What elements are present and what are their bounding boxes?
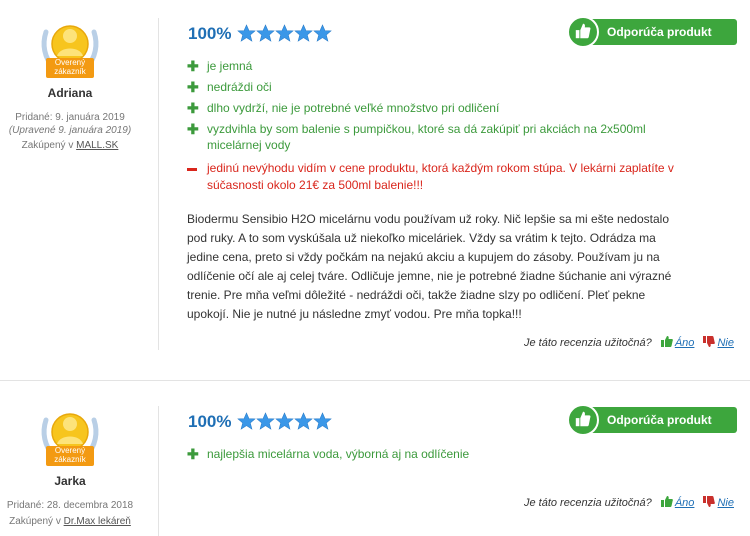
- star-icon: [313, 412, 332, 431]
- helpful-no-link[interactable]: Nie: [717, 497, 734, 509]
- pros-list: ✚ najlepšia micelárna voda, výborná aj na…: [187, 446, 687, 467]
- pro-item: ✚ vyzdvihla by som balenie s pumpičkou, k…: [187, 121, 646, 152]
- helpful-yes-link[interactable]: Áno: [675, 497, 695, 509]
- star-icon: [237, 412, 256, 431]
- column-divider: [158, 18, 159, 350]
- thumbs-up-icon[interactable]: [661, 496, 673, 507]
- purchase-info: Zakúpený v Dr.Max lekáreň: [0, 516, 140, 527]
- cons-list: jedinú nevýhodu vidím v cene produktu, k…: [187, 160, 707, 194]
- star-icon: [275, 412, 294, 431]
- review-date-edited: (Upravené 9. januára 2019): [8, 125, 132, 136]
- helpful-prompt: Je táto recenzia užitočná? Áno Nie: [524, 496, 734, 509]
- plus-icon: ✚: [187, 446, 199, 462]
- thumbs-up-icon: [574, 410, 592, 428]
- con-item: jedinú nevýhodu vidím v cene produktu, k…: [187, 160, 707, 194]
- badge-label-line2: zákazník: [54, 455, 86, 464]
- plus-icon: ✚: [187, 79, 199, 95]
- review-card: Overený zákazník Adriana Pridané: 9. jan…: [0, 0, 750, 380]
- star-icon: [256, 24, 275, 43]
- star-icon: [256, 412, 275, 431]
- pro-item: ✚ je jemná: [187, 58, 253, 74]
- recommends-product-badge: Odporúča produkt: [567, 16, 737, 48]
- star-icon: [294, 24, 313, 43]
- thumbs-down-icon[interactable]: [703, 336, 715, 347]
- purchase-info: Zakúpený v MALL.SK: [0, 140, 140, 151]
- helpful-prompt: Je táto recenzia užitočná? Áno Nie: [524, 336, 734, 349]
- thumbs-up-circle: [567, 16, 599, 48]
- pro-item: ✚ najlepšia micelárna voda, výborná aj na…: [187, 446, 470, 462]
- review-date-added: Pridané: 9. januára 2019: [15, 112, 125, 123]
- review-date-added: Pridané: 28. decembra 2018: [6, 500, 134, 511]
- review-text: Biodermu Sensibio H2O micelárnu vodu pou…: [187, 212, 672, 321]
- pro-item: ✚ dlho vydrží, nie je potrebné veľké množ…: [187, 100, 500, 116]
- reviewer-name: Adriana: [47, 86, 93, 100]
- reviewer-name: Jarka: [54, 474, 86, 488]
- helpful-no-link[interactable]: Nie: [717, 337, 734, 349]
- star-icon: [275, 24, 294, 43]
- helpful-yes-link[interactable]: Áno: [675, 337, 695, 349]
- badge-label-line1: Overený: [54, 58, 86, 67]
- rating-percent: 100%: [188, 24, 232, 43]
- rating-stars: [237, 412, 332, 436]
- recommends-product-badge: Odporúča produkt: [567, 404, 737, 436]
- thumbs-up-icon[interactable]: [661, 336, 673, 347]
- store-link[interactable]: MALL.SK: [76, 140, 118, 151]
- store-link[interactable]: Dr.Max lekáreň: [64, 516, 131, 527]
- plus-icon: ✚: [187, 121, 199, 137]
- rating-percent: 100%: [188, 412, 232, 431]
- plus-icon: ✚: [187, 100, 199, 116]
- thumbs-down-icon[interactable]: [703, 496, 715, 507]
- column-divider: [158, 406, 159, 536]
- review-separator: [0, 380, 750, 381]
- star-icon: [294, 412, 313, 431]
- badge-label-line1: Overený: [54, 446, 86, 455]
- plus-icon: ✚: [187, 58, 199, 74]
- helpful-question: Je táto recenzia užitočná?: [523, 497, 652, 509]
- rating-stars: [237, 24, 332, 48]
- star-icon: [313, 24, 332, 43]
- badge-label-line2: zákazník: [54, 67, 86, 76]
- recommends-label: Odporúča produkt: [581, 407, 737, 433]
- verified-badge-icon: Overený zákazník: [40, 18, 100, 84]
- star-icon: [237, 24, 256, 43]
- helpful-question: Je táto recenzia užitočná?: [523, 337, 652, 349]
- review-card: Overený zákazník Jarka Pridané: 28. dece…: [0, 400, 750, 536]
- purchase-prefix: Zakúpený v: [21, 140, 77, 151]
- purchase-prefix: Zakúpený v: [9, 516, 64, 527]
- thumbs-up-icon: [574, 22, 592, 40]
- verified-badge-icon: Overený zákazník: [40, 406, 100, 472]
- pros-list: ✚ je jemná ✚ nedráždi oči ✚ dlho vydrží, ni…: [187, 58, 687, 158]
- pro-item: ✚ nedráždi oči: [187, 79, 272, 95]
- recommends-label: Odporúča produkt: [581, 19, 737, 45]
- thumbs-up-circle: [567, 404, 599, 436]
- minus-icon: [187, 168, 197, 171]
